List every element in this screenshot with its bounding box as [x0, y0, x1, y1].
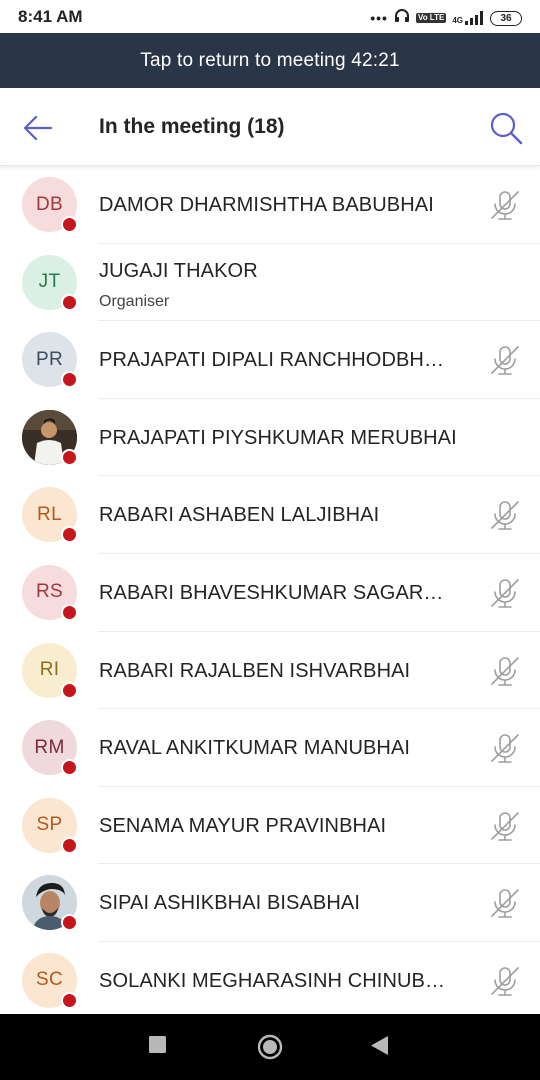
participant-name: SOLANKI MEGHARASINH CHINUB… — [99, 969, 446, 992]
avatar-initials: RL — [37, 503, 62, 525]
avatar: DB — [22, 177, 78, 233]
avatar: SC — [22, 952, 78, 1009]
mic-off-icon — [491, 734, 519, 763]
presence-busy-icon — [61, 293, 78, 311]
presence-busy-icon — [61, 603, 78, 621]
presence-busy-icon — [61, 836, 78, 854]
avatar: RI — [22, 642, 78, 699]
signal-icon: 4G — [452, 11, 484, 25]
avatar-initials: RS — [36, 581, 63, 603]
mic-off-icon — [491, 501, 519, 531]
avatar-photo — [22, 875, 78, 932]
avatar: RL — [22, 487, 78, 544]
triangle-icon — [371, 1036, 388, 1055]
mic-off-icon — [491, 191, 519, 220]
participant-name: RABARI ASHABEN LALJIBHAI — [99, 504, 380, 527]
back-nav-button[interactable] — [371, 1036, 388, 1060]
mic-off-icon — [491, 579, 519, 608]
participant-row[interactable]: DB DAMOR DHARMISHTHA BABUBHAI — [0, 166, 540, 244]
avatar: PR — [22, 332, 78, 389]
participant-name: PRAJAPATI PIYSHKUMAR MERUBHAI — [99, 426, 457, 449]
back-button[interactable] — [20, 110, 56, 146]
mic-off-icon — [491, 346, 519, 375]
search-icon — [490, 112, 523, 145]
recents-button[interactable] — [149, 1036, 166, 1058]
participant-row[interactable]: SC SOLANKI MEGHARASINH CHINUB… — [0, 942, 540, 1020]
participant-row[interactable]: SP SENAMA MAYUR PRAVINBHAI — [0, 787, 540, 865]
search-button[interactable] — [488, 110, 524, 146]
return-to-meeting-banner[interactable]: Tap to return to meeting 42:21 — [0, 33, 540, 88]
return-to-meeting-text: Tap to return to meeting 42:21 — [140, 50, 400, 71]
participant-row[interactable]: RS RABARI BHAVESHKUMAR SAGAR… — [0, 554, 540, 632]
avatar-initials: SC — [36, 969, 63, 991]
participant-name: DAMOR DHARMISHTHA BABUBHAI — [99, 194, 434, 216]
participant-row[interactable]: RL RABARI ASHABEN LALJIBHAI — [0, 476, 540, 554]
presence-busy-icon — [61, 991, 78, 1009]
network-type-label: 4G — [452, 16, 463, 25]
participant-name: RABARI RAJALBEN ISHVARBHAI — [99, 659, 411, 682]
avatar: SP — [22, 797, 78, 854]
participant-row[interactable]: JT JUGAJI THAKOR Organiser — [0, 244, 540, 322]
participant-name: SIPAI ASHIKBHAI BISABHAI — [99, 892, 361, 915]
participant-name: RAVAL ANKITKUMAR MANUBHAI — [99, 737, 411, 760]
mic-off-icon — [491, 811, 519, 841]
participant-row[interactable]: RM RAVAL ANKITKUMAR MANUBHAI — [0, 709, 540, 787]
avatar-initials: SP — [36, 814, 63, 836]
circle-icon — [257, 1034, 283, 1060]
mic-off-icon — [491, 889, 519, 919]
avatar: JT — [22, 254, 78, 311]
presence-busy-icon — [61, 371, 78, 389]
participant-name: RABARI BHAVESHKUMAR SAGAR… — [99, 581, 444, 604]
mic-off-icon — [491, 656, 519, 686]
presence-busy-icon — [61, 448, 78, 466]
avatar-initials: RM — [34, 736, 65, 758]
battery-icon: 36 — [490, 10, 522, 26]
mic-off-icon — [491, 967, 519, 996]
presence-busy-icon — [61, 216, 78, 233]
avatar-initials: DB — [36, 193, 63, 215]
presence-busy-icon — [61, 526, 78, 544]
status-icons: ••• Vo LTE 4G 36 — [370, 8, 522, 28]
status-bar: 8:41 AM ••• Vo LTE 4G 36 — [0, 0, 540, 33]
presence-busy-icon — [61, 914, 78, 932]
home-button[interactable] — [257, 1034, 283, 1065]
presence-busy-icon — [61, 759, 78, 777]
notification-dots-icon: ••• — [370, 10, 388, 26]
avatar-initials: RI — [39, 659, 60, 681]
square-icon — [149, 1036, 166, 1053]
system-navigation-bar — [0, 1014, 540, 1080]
volte-badge: Vo LTE — [415, 13, 447, 23]
participant-name: SENAMA MAYUR PRAVINBHAI — [99, 814, 387, 837]
avatar: RS — [22, 564, 78, 621]
participant-role: Organiser — [99, 292, 170, 310]
page-title: In the meeting (18) — [99, 115, 285, 138]
participant-name: JUGAJI THAKOR — [99, 259, 258, 282]
avatar: RM — [22, 720, 78, 777]
presence-busy-icon — [61, 681, 78, 699]
participant-row[interactable]: PR PRAJAPATI DIPALI RANCHHODBH… — [0, 321, 540, 399]
participant-row[interactable]: SIPAI ASHIKBHAI BISABHAI — [0, 864, 540, 942]
avatar-initials: JT — [38, 271, 61, 293]
participant-row[interactable]: RI RABARI RAJALBEN ISHVARBHAI — [0, 632, 540, 710]
back-arrow-icon — [23, 115, 53, 141]
participant-row[interactable]: PRAJAPATI PIYSHKUMAR MERUBHAI — [0, 399, 540, 477]
participant-name: PRAJAPATI DIPALI RANCHHODBH… — [99, 349, 445, 372]
avatar-initials: PR — [36, 348, 63, 370]
participants-list: DB DAMOR DHARMISHTHA BABUBHAI JT JUGAJI … — [0, 166, 540, 1020]
participants-header: In the meeting (18) — [0, 88, 540, 166]
status-time: 8:41 AM — [18, 7, 83, 26]
headphones-icon — [394, 8, 410, 28]
avatar-photo — [22, 409, 78, 466]
